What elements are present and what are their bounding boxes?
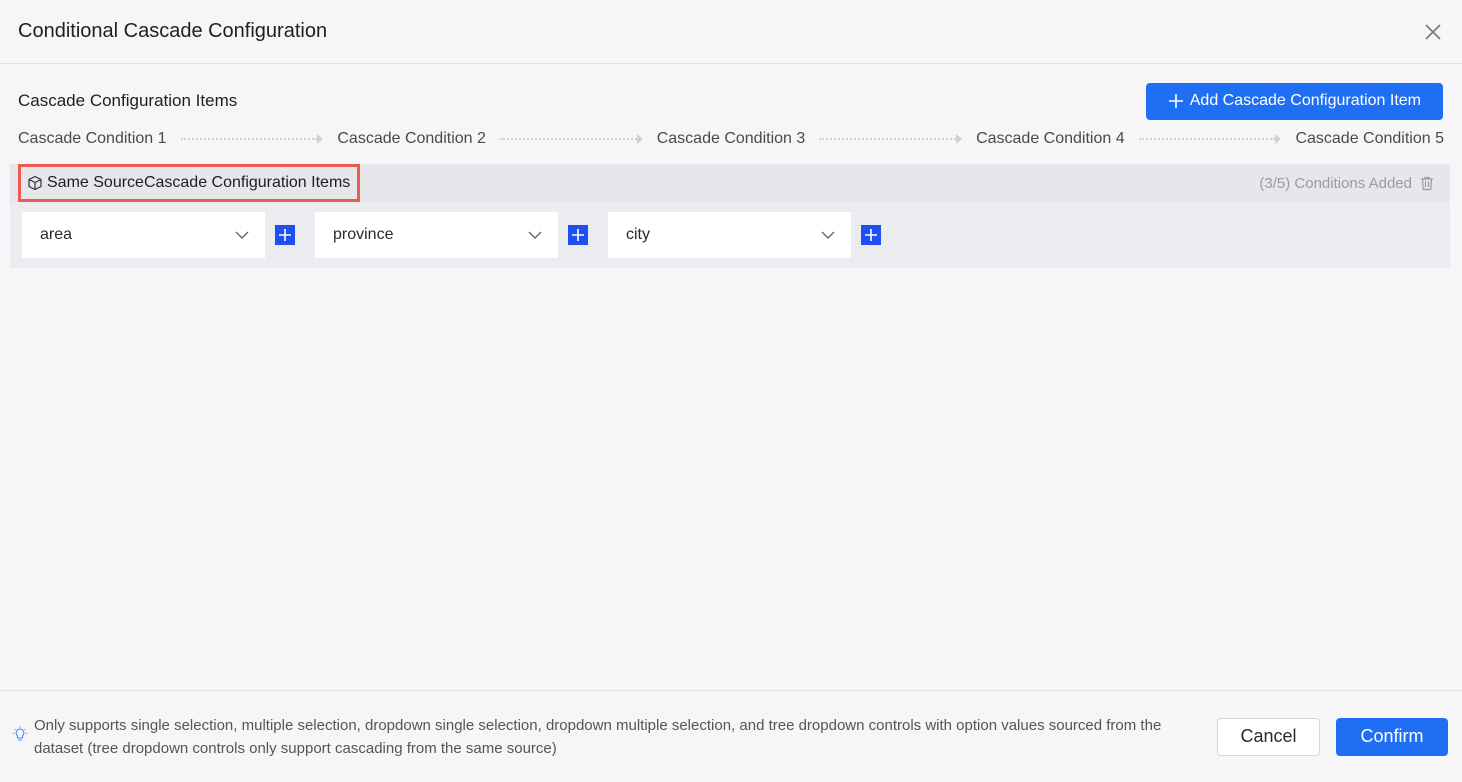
close-icon: [1425, 23, 1441, 40]
step-1: Cascade Condition 1: [18, 130, 167, 147]
dialog-footer: Only supports single selection, multiple…: [0, 690, 1462, 782]
group-name: Same SourceCascade Configuration Items: [47, 174, 351, 191]
step-connector: [1138, 134, 1282, 144]
trash-icon[interactable]: [1420, 176, 1434, 191]
group-header: Same SourceCascade Configuration Items (…: [10, 164, 1450, 202]
chevron-down-icon: [528, 231, 542, 239]
plus-icon: [279, 229, 291, 241]
chevron-down-icon: [235, 231, 249, 239]
cancel-button[interactable]: Cancel: [1217, 717, 1320, 756]
cascade-steps: Cascade Condition 1 Cascade Condition 2 …: [18, 130, 1444, 148]
add-condition-button[interactable]: [275, 225, 295, 245]
footer-actions: Cancel Confirm: [1217, 717, 1448, 756]
cascade-dialog: Conditional Cascade Configuration Cascad…: [0, 0, 1462, 782]
step-connector: [819, 134, 963, 144]
field-select-area[interactable]: area: [22, 212, 265, 258]
add-cascade-item-label: Add Cascade Configuration Item: [1189, 92, 1421, 109]
add-condition-button[interactable]: [568, 225, 588, 245]
lightbulb-icon: [13, 726, 27, 741]
step-5: Cascade Condition 5: [1295, 130, 1444, 147]
cascade-config-group: Same SourceCascade Configuration Items (…: [10, 164, 1450, 268]
field-select-city[interactable]: city: [608, 212, 851, 258]
close-button[interactable]: [1422, 21, 1444, 43]
section-title: Cascade Configuration Items: [18, 91, 238, 110]
step-connector: [499, 134, 643, 144]
plus-icon: [572, 229, 584, 241]
group-fields: area province city: [10, 202, 1450, 268]
tip-text: Only supports single selection, multiple…: [34, 716, 1162, 757]
conditions-count: (3/5) Conditions Added: [1259, 174, 1412, 192]
field-select-value: city: [626, 226, 650, 243]
add-cascade-item-button[interactable]: Add Cascade Configuration Item: [1145, 82, 1443, 120]
plus-icon: [1168, 94, 1183, 108]
step-3: Cascade Condition 3: [656, 130, 806, 147]
step-4: Cascade Condition 4: [976, 130, 1125, 147]
dialog-header: Conditional Cascade Configuration: [0, 0, 1462, 64]
field-select-value: province: [333, 226, 394, 243]
dialog-body: Cascade Configuration Items Add Cascade …: [0, 64, 1462, 148]
confirm-button[interactable]: Confirm: [1336, 717, 1448, 756]
footer-tip: Only supports single selection, multiple…: [12, 714, 1217, 760]
section-header: Cascade Configuration Items Add Cascade …: [18, 64, 1444, 134]
cube-icon: [28, 175, 42, 191]
chevron-down-icon: [821, 231, 835, 239]
add-condition-button[interactable]: [861, 225, 881, 245]
step-2: Cascade Condition 2: [337, 130, 486, 147]
dialog-title: Conditional Cascade Configuration: [18, 20, 328, 42]
field-select-value: area: [40, 226, 73, 243]
step-connector: [180, 134, 324, 144]
group-name-highlight: Same SourceCascade Configuration Items: [18, 164, 361, 202]
group-meta: (3/5) Conditions Added: [1259, 175, 1434, 192]
plus-icon: [865, 229, 877, 241]
field-select-province[interactable]: province: [315, 212, 558, 258]
